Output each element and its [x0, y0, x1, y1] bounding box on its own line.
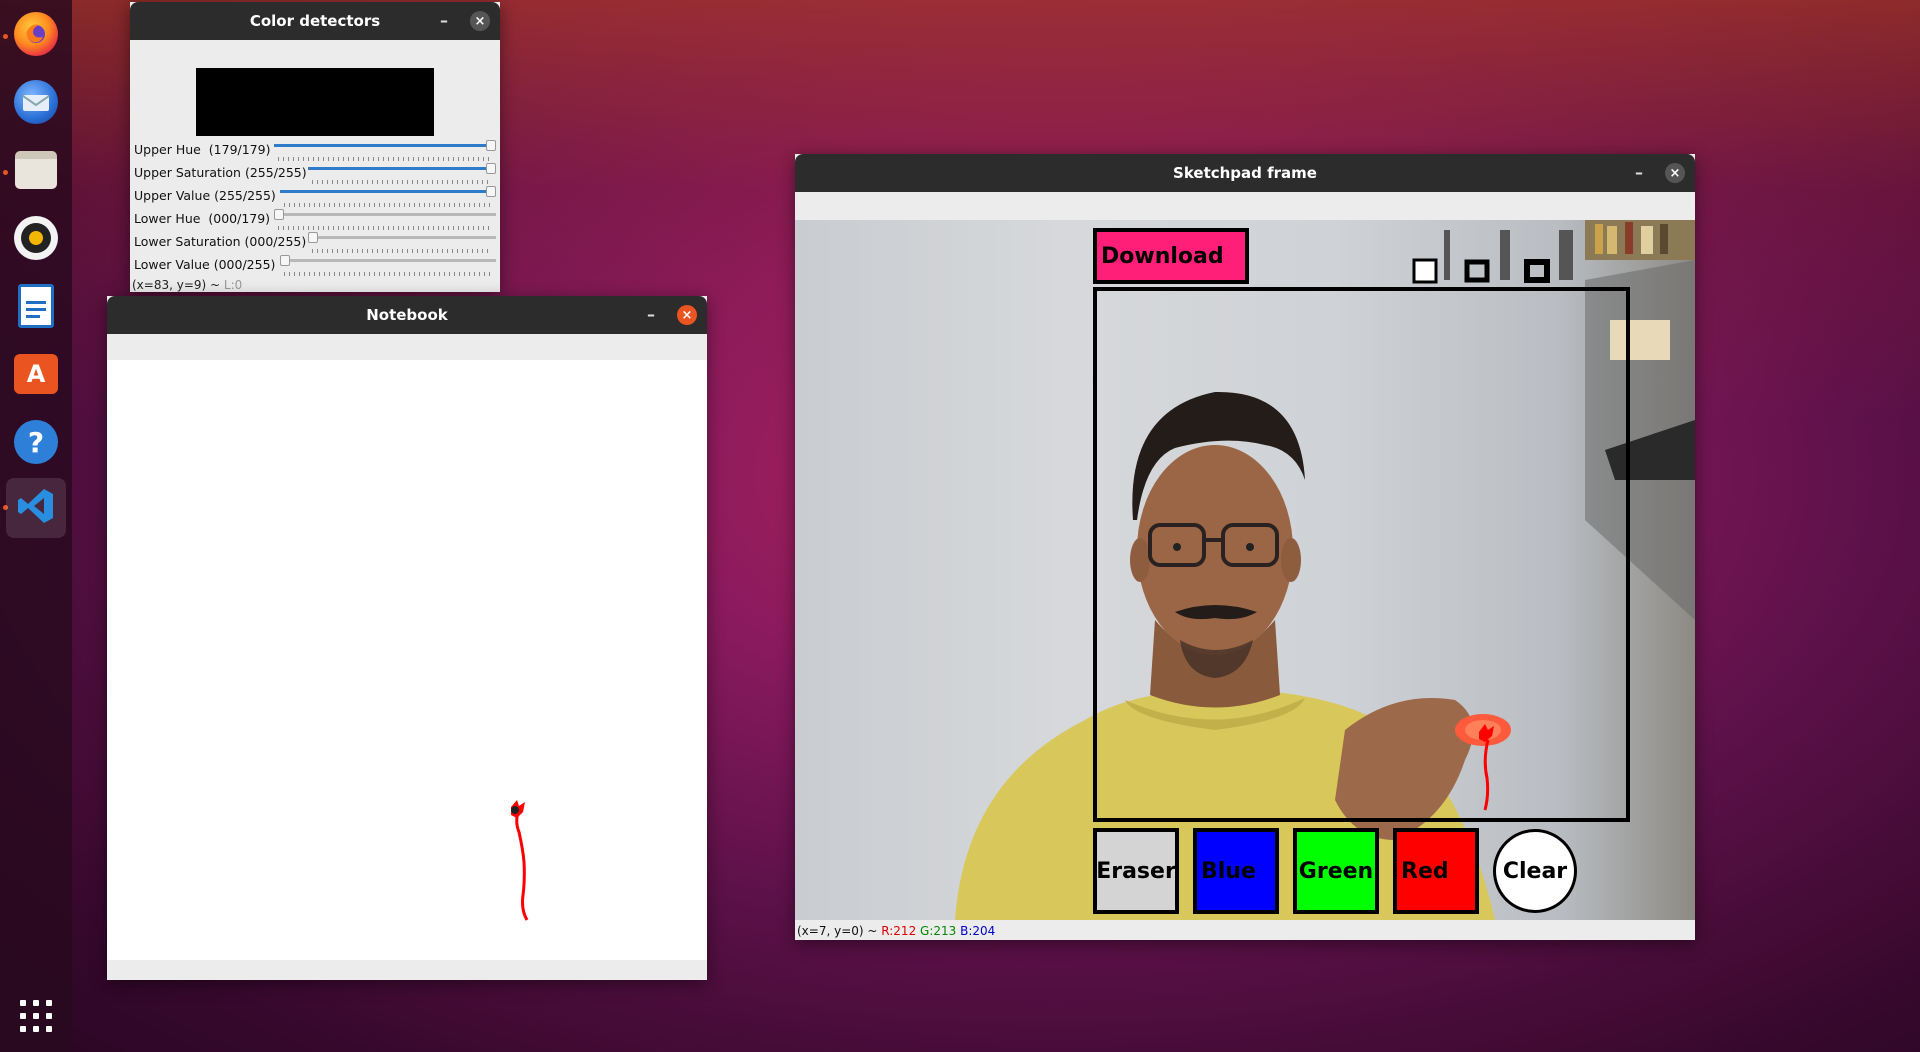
- lower-hue-slider-row: Lower Hue (000/179): [134, 207, 496, 230]
- color-detectors-window: Color detectors – × Upper Hue (179/179) …: [130, 2, 500, 292]
- files-launcher[interactable]: [6, 140, 66, 200]
- clear-label: Clear: [1502, 858, 1568, 884]
- upper-saturation-slider-row: Upper Saturation (255/255): [134, 161, 496, 184]
- cursor-coordinates: (x=83, y=9) ~: [132, 278, 221, 292]
- vscode-icon: [16, 486, 56, 530]
- minimize-button[interactable]: –: [1627, 160, 1651, 184]
- pixel-blue-value: B:204: [960, 924, 996, 938]
- notebook-canvas[interactable]: [107, 360, 707, 960]
- vscode-launcher[interactable]: [6, 478, 66, 538]
- lower-saturation-slider[interactable]: [308, 232, 496, 253]
- writer-launcher[interactable]: [6, 276, 66, 336]
- upper-hue-slider-row: Upper Hue (179/179): [134, 138, 496, 161]
- status-bar: (x=7, y=0) ~ R:212 G:213 B:204: [797, 924, 995, 938]
- slider-handle[interactable]: [486, 140, 496, 151]
- lower-saturation-slider-row: Lower Saturation (000/255): [134, 230, 496, 253]
- clear-button[interactable]: Clear: [1493, 829, 1577, 913]
- color-preview-swatch: [196, 68, 434, 136]
- software-icon: A: [14, 354, 58, 394]
- download-label: Download: [1101, 243, 1224, 269]
- drawn-stroke: [511, 800, 529, 921]
- help-icon: ?: [14, 420, 58, 464]
- upper-value-slider-row: Upper Value (255/255): [134, 184, 496, 207]
- window-title: Notebook: [366, 306, 448, 324]
- rhythmbox-launcher[interactable]: [6, 208, 66, 268]
- upper-saturation-slider[interactable]: [308, 163, 496, 184]
- slider-label: Lower Saturation (000/255): [134, 234, 307, 249]
- window-title: Color detectors: [249, 12, 381, 30]
- sketchpad-toolbar: [795, 192, 1695, 222]
- slider-label: Upper Hue (179/179): [134, 142, 271, 157]
- slider-label: Lower Value (000/255): [134, 257, 276, 272]
- writer-icon: [18, 284, 54, 328]
- slider-label: Upper Value (255/255): [134, 188, 276, 203]
- firefox-launcher[interactable]: [6, 4, 66, 64]
- help-launcher[interactable]: ?: [6, 412, 66, 472]
- lower-hue-slider[interactable]: [274, 209, 496, 230]
- slider-handle[interactable]: [308, 232, 318, 243]
- minimize-button[interactable]: –: [432, 8, 456, 32]
- upper-hue-slider[interactable]: [274, 140, 496, 161]
- thunderbird-launcher[interactable]: [6, 72, 66, 132]
- green-button[interactable]: Green: [1293, 828, 1379, 914]
- pixel-value: L:0: [223, 278, 243, 292]
- close-button[interactable]: ×: [677, 305, 697, 325]
- pixel-red-value: R:212: [881, 924, 917, 938]
- window-title: Sketchpad frame: [1173, 164, 1317, 182]
- software-launcher[interactable]: A: [6, 344, 66, 404]
- cursor-coordinates: (x=7, y=0) ~: [797, 924, 878, 938]
- rhythmbox-icon: [14, 216, 58, 260]
- sketchpad-titlebar[interactable]: Sketchpad frame – ×: [795, 154, 1695, 192]
- minimize-button[interactable]: –: [639, 302, 663, 326]
- pixel-green-value: G:213: [920, 924, 957, 938]
- eraser-label: Eraser: [1096, 858, 1176, 884]
- firefox-icon: [14, 12, 58, 56]
- color-detectors-titlebar[interactable]: Color detectors – ×: [130, 2, 500, 40]
- upper-value-slider[interactable]: [280, 186, 496, 207]
- sketchpad-window: Sketchpad frame – × Download Eraser Blue…: [795, 154, 1695, 940]
- dock: A ?: [0, 0, 72, 1052]
- download-button[interactable]: Download: [1093, 228, 1249, 284]
- slider-handle[interactable]: [486, 163, 496, 174]
- slider-handle[interactable]: [274, 209, 284, 220]
- show-applications-icon[interactable]: [20, 1000, 52, 1032]
- blue-label: Blue: [1201, 858, 1256, 884]
- close-button[interactable]: ×: [1665, 163, 1685, 183]
- files-icon: [15, 151, 57, 189]
- notebook-titlebar[interactable]: Notebook – ×: [107, 296, 707, 334]
- blue-button[interactable]: Blue: [1193, 828, 1279, 914]
- slider-label: Lower Hue (000/179): [134, 211, 271, 226]
- thunderbird-icon: [14, 80, 58, 124]
- notebook-window: Notebook – ×: [107, 296, 707, 980]
- eraser-button[interactable]: Eraser: [1093, 828, 1179, 914]
- lower-value-slider-row: Lower Value (000/255): [134, 253, 496, 276]
- status-bar: (x=83, y=9) ~ L:0: [132, 278, 242, 292]
- red-label: Red: [1401, 858, 1449, 884]
- red-button[interactable]: Red: [1393, 828, 1479, 914]
- green-label: Green: [1298, 858, 1374, 884]
- webcam-scene: [955, 220, 1695, 920]
- slider-handle[interactable]: [280, 255, 290, 266]
- lower-value-slider[interactable]: [280, 255, 496, 276]
- webcam-feed: Download Eraser Blue Green Red Clear: [795, 220, 1695, 920]
- slider-handle[interactable]: [486, 186, 496, 197]
- slider-label: Upper Saturation (255/255): [134, 165, 307, 180]
- close-button[interactable]: ×: [470, 11, 490, 31]
